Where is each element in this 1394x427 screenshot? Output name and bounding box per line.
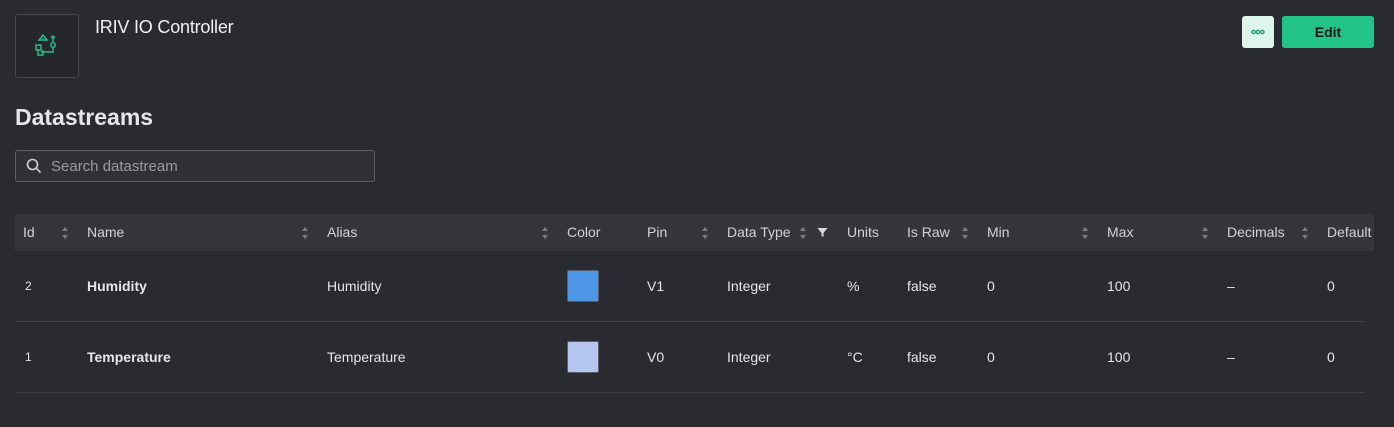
sort-icon[interactable]	[61, 226, 69, 240]
cell-pin: V1	[647, 278, 665, 294]
column-header-name[interactable]: Name	[87, 214, 124, 251]
sort-icon[interactable]	[961, 226, 969, 240]
device-template-icon	[35, 33, 57, 56]
sort-icon[interactable]	[701, 226, 709, 240]
cell-units: %	[847, 278, 860, 294]
page-title: IRIV IO Controller	[95, 17, 234, 37]
section-title: Datastreams	[15, 104, 154, 130]
cell-is-raw: false	[907, 349, 937, 365]
edit-button[interactable]: Edit	[1282, 16, 1374, 48]
cell-data-type: Integer	[727, 278, 771, 294]
cell-pin: V0	[647, 349, 665, 365]
column-header-decimals[interactable]: Decimals	[1227, 214, 1285, 251]
sort-icon[interactable]	[1081, 226, 1089, 240]
sort-icon[interactable]	[301, 226, 309, 240]
cell-name[interactable]: Humidity	[87, 251, 147, 321]
cell-max: 100	[1107, 349, 1131, 365]
cell-min: 0	[987, 349, 995, 365]
sort-icon[interactable]	[1201, 226, 1209, 240]
cell-data-type: Integer	[727, 349, 771, 365]
cell-default: 0	[1327, 349, 1335, 365]
sort-icon[interactable]	[799, 226, 807, 240]
cell-default: 0	[1327, 278, 1335, 294]
sort-icon[interactable]	[1301, 226, 1309, 240]
search-box[interactable]	[15, 150, 375, 182]
more-options-button[interactable]	[1242, 16, 1274, 48]
column-header-id[interactable]: Id	[23, 214, 35, 251]
search-icon	[26, 158, 42, 174]
column-header-min[interactable]: Min	[987, 214, 1010, 251]
cell-units: °C	[847, 349, 863, 365]
column-header-pin[interactable]: Pin	[647, 214, 667, 251]
column-header-default: Default	[1327, 224, 1372, 240]
cell-max: 100	[1107, 278, 1131, 294]
column-header-is-raw[interactable]: Is Raw	[907, 214, 950, 251]
column-header-color: Color	[567, 224, 601, 240]
column-header-max[interactable]: Max	[1107, 214, 1133, 251]
color-swatch	[567, 270, 599, 302]
table-row[interactable]: 2 Humidity Humidity V1 Integer % false 0…	[15, 251, 1365, 322]
cell-decimals: –	[1227, 349, 1235, 365]
ellipsis-icon	[1251, 29, 1265, 35]
color-swatch	[567, 341, 599, 373]
cell-is-raw: false	[907, 278, 937, 294]
filter-icon[interactable]	[817, 227, 828, 238]
search-input[interactable]	[49, 156, 353, 176]
column-header-units: Units	[847, 224, 879, 240]
cell-name[interactable]: Temperature	[87, 322, 171, 392]
cell-alias: Humidity	[327, 278, 382, 294]
cell-min: 0	[987, 278, 995, 294]
table-row[interactable]: 1 Temperature Temperature V0 Integer °C …	[15, 322, 1365, 393]
cell-id: 1	[25, 350, 32, 364]
cell-decimals: –	[1227, 278, 1235, 294]
table-header: Id Name Alias Color Pin Data Type Units …	[15, 214, 1374, 251]
cell-alias: Temperature	[327, 349, 406, 365]
column-header-alias[interactable]: Alias	[327, 214, 357, 251]
sort-icon[interactable]	[541, 226, 549, 240]
cell-id: 2	[25, 279, 32, 293]
device-icon-box	[15, 14, 79, 78]
column-header-data-type[interactable]: Data Type	[727, 214, 791, 251]
